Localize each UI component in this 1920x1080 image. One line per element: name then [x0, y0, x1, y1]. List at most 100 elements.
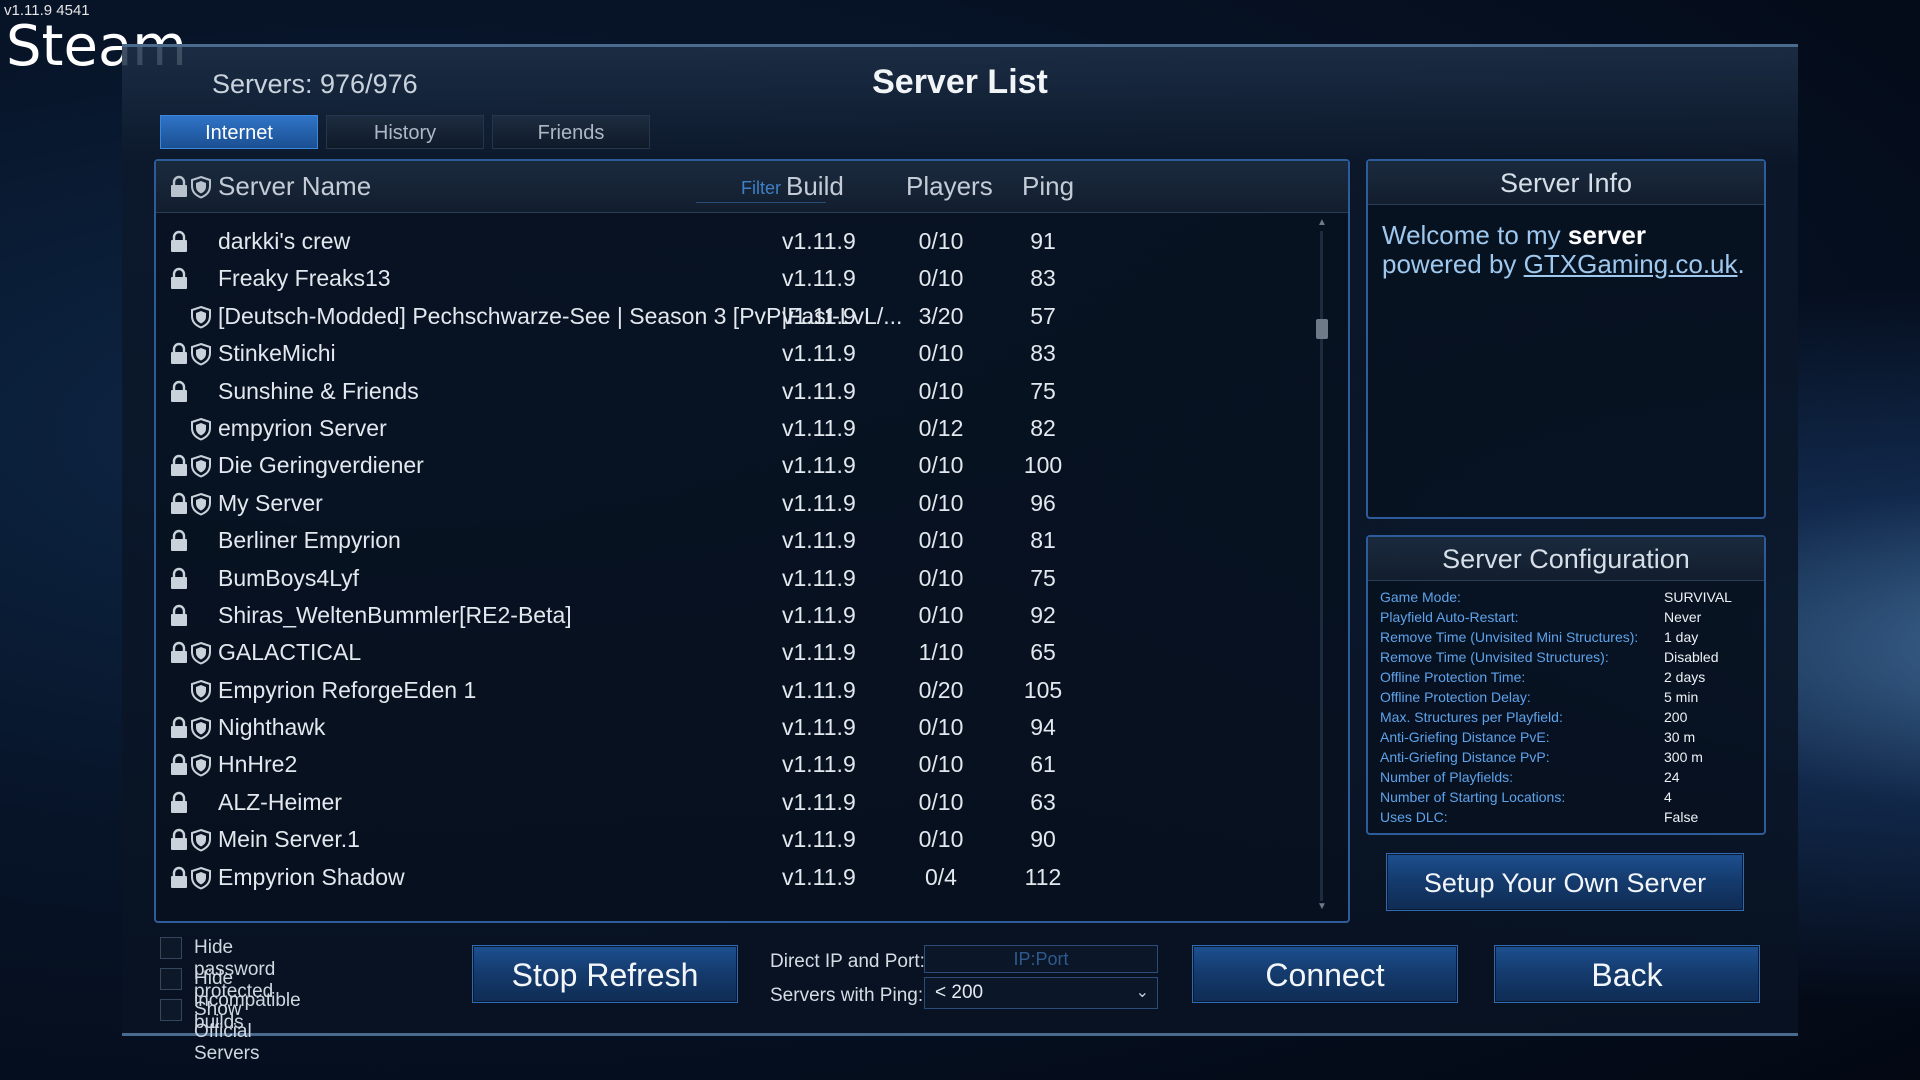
table-row[interactable]: StinkeMichi v1.11.9 0/10 83 [156, 335, 1306, 372]
config-value: 30 m [1664, 729, 1696, 745]
config-value: SURVIVAL [1664, 589, 1732, 605]
ping-filter-label: Servers with Ping: [770, 985, 924, 1006]
lock-icon [168, 567, 190, 591]
server-players: 0/10 [918, 527, 964, 554]
scroll-down-icon[interactable]: ▼ [1316, 901, 1328, 912]
lock-icon [168, 492, 190, 516]
table-row[interactable]: ALZ-Heimer v1.11.9 0/10 63 [156, 784, 1306, 821]
connect-button[interactable]: Connect [1192, 945, 1458, 1003]
lock-icon [168, 230, 190, 254]
table-row[interactable]: Empyrion Shadow v1.11.9 0/4 112 [156, 859, 1306, 896]
server-players: 0/10 [918, 265, 964, 292]
server-config-title: Server Configuration [1368, 537, 1764, 581]
server-players: 1/10 [918, 639, 964, 666]
table-row[interactable]: Die Geringverdiener v1.11.9 0/10 100 [156, 447, 1306, 484]
table-row[interactable]: My Server v1.11.9 0/10 96 [156, 485, 1306, 522]
lock-icon [168, 342, 190, 366]
config-key: Uses DLC: [1380, 809, 1448, 825]
table-row[interactable]: darkki's crew v1.11.9 0/10 91 [156, 223, 1306, 260]
server-players: 0/10 [918, 601, 964, 628]
chevron-down-icon[interactable]: ⌄ [1136, 978, 1149, 1008]
server-name: darkki's crew [218, 228, 351, 254]
server-ping: 61 [1030, 751, 1056, 778]
table-row[interactable]: Sunshine & Friends v1.11.9 0/10 75 [156, 373, 1306, 410]
ping-filter-value: < 200 [935, 982, 984, 1003]
server-players: 0/10 [918, 714, 964, 741]
tab-history[interactable]: History [326, 115, 484, 149]
table-row[interactable]: Empyrion ReforgeEden 1 v1.11.9 0/20 105 [156, 672, 1306, 709]
table-row[interactable]: BumBoys4Lyf v1.11.9 0/10 75 [156, 560, 1306, 597]
list-scrollbar[interactable]: ▲ ▼ [1316, 217, 1328, 913]
server-players: 0/10 [918, 489, 964, 516]
server-ping: 96 [1030, 489, 1056, 516]
table-row[interactable]: Mein Server.1 v1.11.9 0/10 90 [156, 821, 1306, 858]
server-name: My Server [218, 489, 323, 516]
direct-ip-input[interactable] [924, 945, 1158, 973]
config-key: Anti-Griefing Distance PvE: [1380, 729, 1550, 745]
lock-icon[interactable] [168, 175, 190, 199]
server-build: v1.11.9 [782, 265, 856, 292]
tab-internet[interactable]: Internet [160, 115, 318, 149]
table-row[interactable]: GALACTICAL v1.11.9 1/10 65 [156, 634, 1306, 671]
config-row: Playfield Auto-Restart: Never [1380, 609, 1752, 629]
config-row: Anti-Griefing Distance PvE: 30 m [1380, 729, 1752, 749]
server-ping: 105 [1023, 676, 1063, 703]
shield-icon [190, 753, 212, 778]
config-row: Remove Time (Unvisited Structures): Disab… [1380, 649, 1752, 669]
scroll-up-icon[interactable]: ▲ [1316, 217, 1328, 228]
server-rows: darkki's crew v1.11.9 0/10 91 Freaky Freaks1… [156, 223, 1306, 896]
show-official-checkbox[interactable] [160, 999, 182, 1021]
server-info-panel: Server Info Welcome to my server powered… [1366, 159, 1766, 519]
config-key: Number of Starting Locations: [1380, 789, 1566, 805]
list-header: Server Name Filter Build Players Ping [156, 161, 1348, 213]
col-build[interactable]: Build [786, 171, 844, 202]
col-server-name[interactable]: Server Name [218, 171, 371, 202]
col-players[interactable]: Players [906, 171, 993, 202]
server-ping: 57 [1030, 302, 1056, 329]
table-row[interactable]: Shiras_WeltenBummler[RE2-Beta] v1.11.9 0/1… [156, 597, 1306, 634]
config-row: Number of Starting Locations: 4 [1380, 789, 1752, 809]
table-row[interactable]: Berliner Empyrion v1.11.9 0/10 81 [156, 522, 1306, 559]
table-row[interactable]: Freaky Freaks13 v1.11.9 0/10 83 [156, 260, 1306, 297]
table-row[interactable]: empyrion Server v1.11.9 0/12 82 [156, 410, 1306, 447]
shield-icon[interactable] [190, 175, 212, 199]
setup-own-server-button[interactable]: Setup Your Own Server [1386, 853, 1744, 911]
config-value: 2 days [1664, 669, 1706, 685]
hide-incompatible-checkbox[interactable] [160, 968, 182, 990]
show-official-label[interactable]: Show Official Servers [194, 999, 259, 1065]
server-ping: 75 [1030, 564, 1056, 591]
server-ping: 83 [1030, 265, 1056, 292]
page-title: Server List [872, 63, 1048, 101]
config-key: Max. Structures per Playfield: [1380, 709, 1563, 725]
server-build: v1.11.9 [782, 826, 856, 853]
config-value: 5 min [1664, 689, 1699, 705]
server-players: 0/12 [918, 414, 964, 441]
lock-icon [168, 866, 190, 890]
table-row[interactable]: [Deutsch-Modded] Pechschwarze-See | Seas… [156, 298, 1306, 335]
back-button[interactable]: Back [1494, 945, 1760, 1003]
hide-password-checkbox[interactable] [160, 937, 182, 959]
config-row: Offline Protection Time: 2 days [1380, 669, 1752, 689]
table-row[interactable]: Nighthawk v1.11.9 0/10 94 [156, 709, 1306, 746]
server-name: Sunshine & Friends [218, 377, 419, 404]
server-players: 0/10 [918, 751, 964, 778]
lock-icon [168, 380, 190, 404]
lock-icon [168, 716, 190, 740]
scroll-thumb[interactable] [1316, 319, 1328, 339]
col-ping[interactable]: Ping [1022, 171, 1074, 202]
server-players: 0/10 [918, 564, 964, 591]
ping-filter-select[interactable]: < 200 ⌄ [924, 977, 1158, 1009]
tab-friends[interactable]: Friends [492, 115, 650, 149]
server-ping: 90 [1030, 826, 1056, 853]
welcome-link[interactable]: GTXGaming.co.uk [1524, 249, 1738, 279]
welcome-pre: Welcome to my [1382, 220, 1568, 250]
config-key: Remove Time (Unvisited Structures): [1380, 649, 1609, 665]
table-row[interactable]: HnHre2 v1.11.9 0/10 61 [156, 746, 1306, 783]
config-row: Number of Playfields: 24 [1380, 769, 1752, 789]
server-name: StinkeMichi [218, 340, 336, 367]
stop-refresh-button[interactable]: Stop Refresh [472, 945, 738, 1003]
server-build: v1.11.9 [782, 302, 856, 329]
welcome-mid: powered by [1382, 249, 1524, 279]
lock-icon [168, 791, 190, 815]
server-ping: 81 [1030, 527, 1056, 554]
